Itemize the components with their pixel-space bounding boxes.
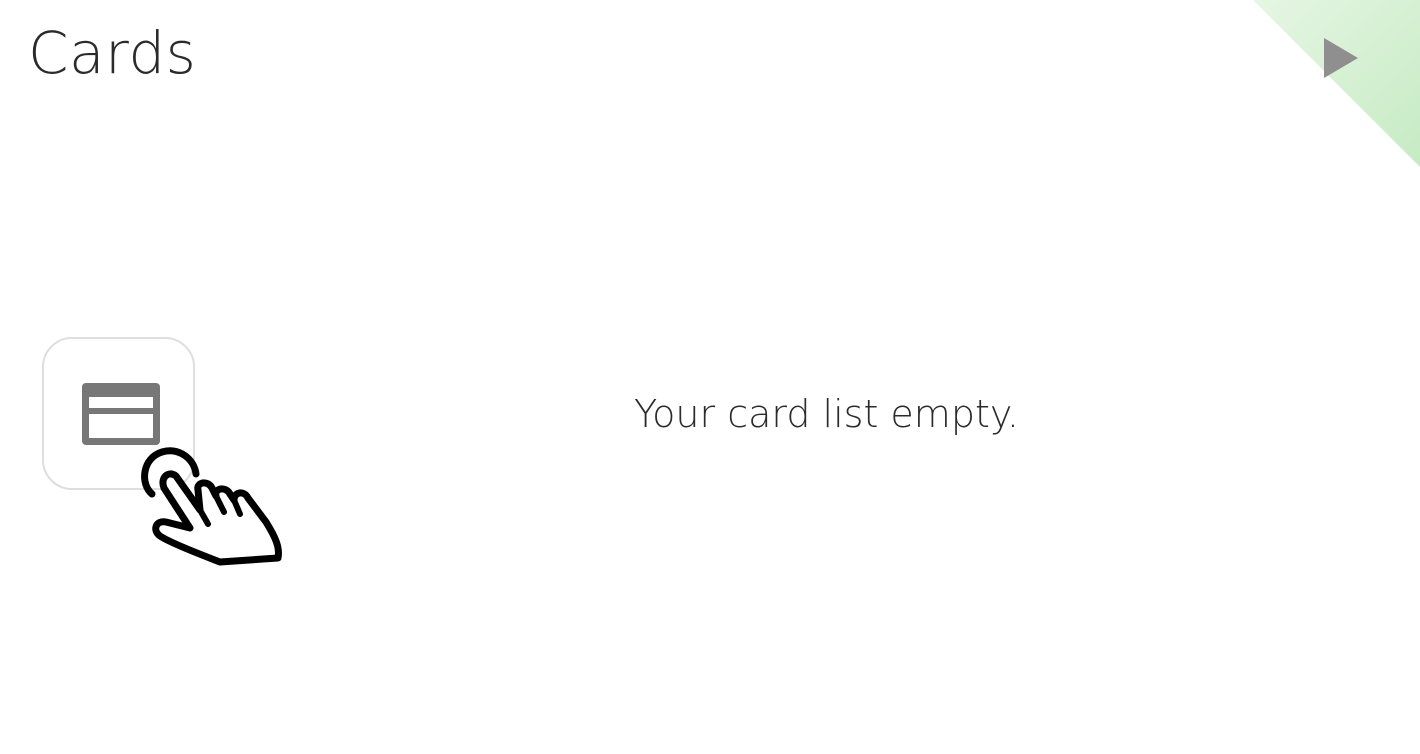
page-title: Cards xyxy=(28,19,197,87)
next-button[interactable] xyxy=(1324,38,1358,78)
play-triangle-icon xyxy=(1324,38,1358,78)
corner-accent xyxy=(1250,0,1420,170)
cards-page: Cards Your card list empty. xyxy=(0,0,1420,754)
credit-card-icon xyxy=(82,383,160,445)
hand-pointer-icon xyxy=(141,447,282,566)
empty-state-message: Your card list empty. xyxy=(634,392,1019,436)
corner-accent-shape xyxy=(1253,0,1420,167)
